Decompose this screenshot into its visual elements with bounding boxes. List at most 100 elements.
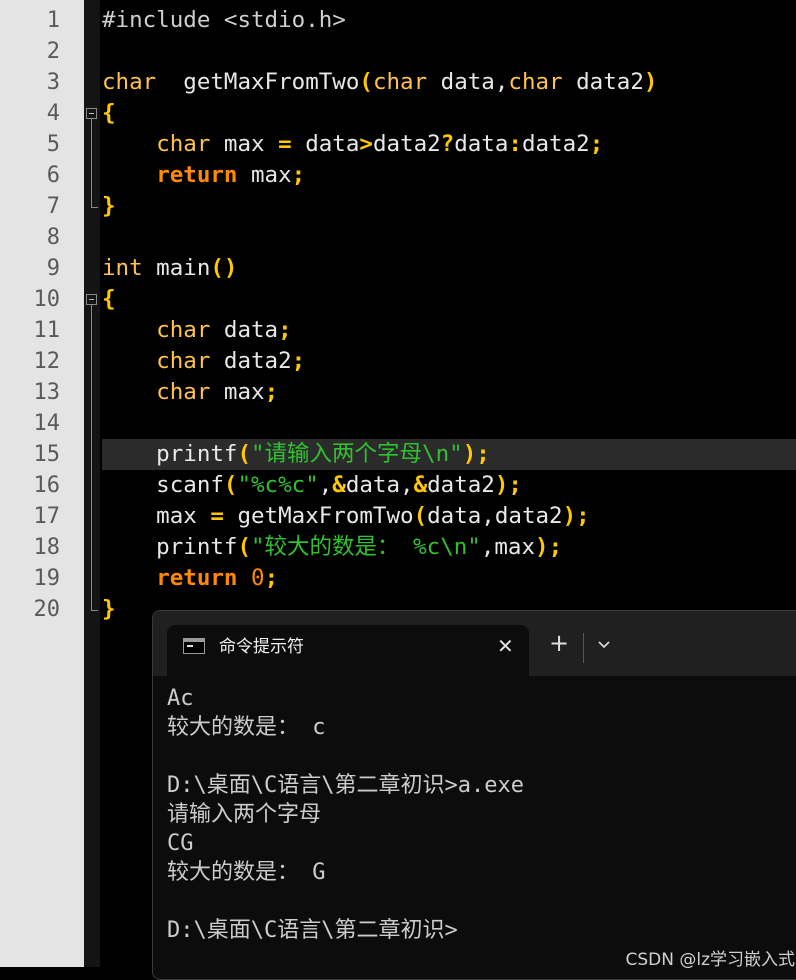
line-number: 4	[46, 101, 60, 126]
code-line[interactable]: printf("请输入两个字母\n");	[102, 439, 796, 470]
code-line[interactable]: return max;	[102, 160, 796, 191]
line-number: 16	[33, 473, 61, 498]
code-line[interactable]: char getMaxFromTwo(char data,char data2)	[102, 67, 796, 98]
fold-guide	[91, 118, 92, 207]
line-number: 17	[33, 504, 61, 529]
code-line[interactable]: char max = data>data2?data:data2;	[102, 129, 796, 160]
code-token: getMaxFromTwo	[156, 69, 360, 95]
code-line[interactable]: return 0;	[102, 563, 796, 594]
code-line[interactable]: max = getMaxFromTwo(data,data2);	[102, 501, 796, 532]
code-line[interactable]	[102, 36, 796, 67]
code-line[interactable]: {	[102, 98, 796, 129]
code-token: data	[454, 131, 509, 157]
line-number: 19	[33, 566, 61, 591]
line-number: 6	[46, 163, 60, 188]
terminal-line: D:\桌面\C语言\第二章初识>a.exe	[167, 773, 524, 798]
code-token: {	[102, 100, 116, 126]
code-token: ;	[291, 162, 306, 188]
code-token: getMaxFromTwo	[223, 503, 414, 529]
terminal-line: 请输入两个字母	[167, 802, 322, 827]
code-line[interactable]: scanf("%c%c",&data,&data2);	[102, 470, 796, 501]
terminal-line: D:\桌面\C语言\第二章初识>	[167, 918, 458, 943]
code-token: data2	[562, 69, 644, 95]
code-line[interactable]: }	[102, 191, 796, 222]
code-token: printf	[102, 534, 238, 560]
code-token: char	[372, 69, 428, 95]
code-token: ;	[264, 565, 279, 591]
code-token: ,	[318, 472, 333, 498]
code-line[interactable]: {	[102, 284, 796, 315]
terminal-tab[interactable]: 命令提示符 ✕	[167, 625, 529, 676]
terminal-line: CG	[167, 831, 194, 856]
code-token: );	[562, 503, 590, 529]
code-token: {	[102, 286, 116, 312]
code-token: &	[332, 472, 346, 498]
code-token: data,	[345, 472, 414, 498]
code-token: char	[156, 379, 211, 405]
code-token: char	[156, 317, 211, 343]
code-token: data	[210, 317, 279, 343]
code-line[interactable]: #include <stdio.h>	[102, 5, 796, 36]
terminal-window[interactable]: 命令提示符 ✕ + Ac 较大的数是： c D:\桌面\C语言\第二章初识>a.ex…	[152, 610, 796, 980]
code-line[interactable]: char data2;	[102, 346, 796, 377]
terminal-output[interactable]: Ac 较大的数是： c D:\桌面\C语言\第二章初识>a.exe 请输入两个字母 CG…	[167, 684, 796, 945]
code-line[interactable]: int main()	[102, 253, 796, 284]
code-token: char	[156, 348, 211, 374]
code-token: #include <stdio.h>	[102, 7, 346, 33]
line-number: 9	[46, 256, 60, 281]
code-line[interactable]: printf("较大的数是： %c\n",max);	[102, 532, 796, 563]
code-token: ,max	[480, 534, 536, 560]
code-token: ()	[210, 255, 238, 281]
terminal-line: 较大的数是： c	[167, 715, 326, 740]
fold-toggle-icon[interactable]	[86, 293, 97, 305]
line-number: 12	[33, 349, 61, 374]
code-token: char	[156, 131, 211, 157]
line-number: 18	[33, 535, 61, 560]
code-token: data2	[372, 131, 441, 157]
code-token: =	[278, 131, 292, 157]
code-token: =	[210, 503, 224, 529]
line-number: 15	[33, 442, 61, 467]
code-token: return	[156, 565, 238, 591]
code-line[interactable]	[102, 408, 796, 439]
code-token: (	[237, 534, 252, 560]
code-token: printf	[102, 441, 238, 467]
watermark: CSDN @lz学习嵌入式	[625, 950, 795, 970]
code-token: "较大的数是： %c\n"	[251, 534, 481, 560]
code-token: );	[494, 472, 522, 498]
terminal-titlebar: 命令提示符 ✕ +	[153, 611, 796, 676]
line-number: 1	[46, 8, 60, 33]
line-number: 5	[46, 132, 60, 157]
line-number: 20	[33, 597, 61, 622]
code-line[interactable]: char data;	[102, 315, 796, 346]
code-token: 0	[251, 565, 265, 591]
code-token: ;	[589, 131, 604, 157]
fold-toggle-icon[interactable]	[86, 107, 97, 119]
plus-icon[interactable]: +	[549, 631, 569, 655]
code-token: :	[508, 131, 522, 157]
close-icon[interactable]: ✕	[497, 634, 514, 658]
code-token: data,	[427, 69, 509, 95]
terminal-line: Ac	[167, 686, 194, 711]
code-token: }	[102, 193, 116, 219]
line-number: 7	[46, 194, 60, 219]
code-token: "请输入两个字母\n"	[251, 441, 463, 467]
code-token: main	[142, 255, 211, 281]
terminal-line: 较大的数是： G	[167, 860, 326, 885]
code-line[interactable]: char max;	[102, 377, 796, 408]
line-number: 2	[46, 39, 60, 64]
code-line[interactable]	[102, 222, 796, 253]
code-token: ;	[291, 348, 306, 374]
chevron-down-icon[interactable]	[597, 637, 611, 651]
code-token: data	[291, 131, 360, 157]
line-number: 3	[46, 70, 60, 95]
code-token: &	[413, 472, 428, 498]
code-token: );	[535, 534, 563, 560]
code-token: max	[237, 162, 292, 188]
